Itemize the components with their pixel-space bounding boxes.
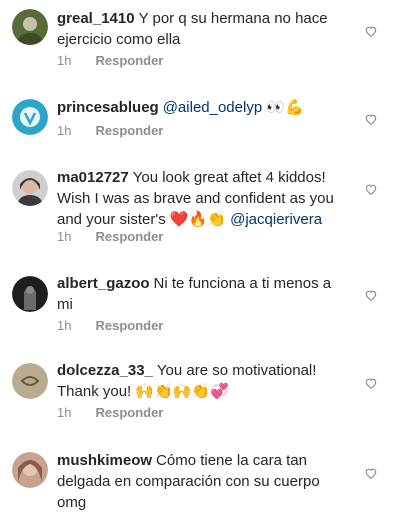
comment-text: albert_gazoo Ni te funciona a ti menos a …: [57, 273, 349, 315]
avatar[interactable]: [12, 9, 48, 45]
comment-emoji: ❤️🔥👏: [169, 210, 226, 228]
comment-username[interactable]: mushkimeow: [57, 452, 152, 469]
reply-button[interactable]: Responder: [95, 318, 163, 333]
like-heart-icon[interactable]: [364, 466, 378, 480]
like-heart-icon[interactable]: [364, 112, 378, 126]
comment-username[interactable]: greal_1410: [57, 10, 135, 27]
comment-text: greal_1410 Y por q su hermana no hace eje…: [57, 8, 349, 50]
like-heart-icon[interactable]: [364, 24, 378, 38]
avatar[interactable]: [12, 363, 48, 399]
comment-emoji: 🙌👏🙌👏💞: [135, 382, 229, 400]
avatar[interactable]: [12, 170, 48, 206]
reply-button[interactable]: Responder: [95, 53, 163, 68]
comment-username[interactable]: princesablueg: [57, 99, 159, 116]
comment-time: 1h: [57, 123, 72, 138]
comment-emoji: 👀💪: [266, 98, 304, 116]
reply-button[interactable]: Responder: [95, 229, 163, 244]
comment-meta: 1h Responder: [57, 123, 163, 138]
comment-text: dolcezza_33_ You are so motivational! Tha…: [57, 360, 349, 402]
comment-meta: 1h Responder: [57, 229, 163, 244]
comment-mention[interactable]: @jacqierivera: [230, 211, 322, 228]
comment-meta: 1h Responder: [57, 405, 163, 420]
comment-meta: 1h Responder: [57, 318, 163, 333]
avatar[interactable]: [12, 276, 48, 312]
comment-text: ma012727 You look great aftet 4 kiddos! W…: [57, 167, 349, 230]
comment-mention[interactable]: @ailed_odelyp: [163, 99, 262, 116]
avatar[interactable]: [12, 452, 48, 488]
comment-username[interactable]: dolcezza_33_: [57, 362, 153, 379]
comment-time: 1h: [57, 229, 72, 244]
like-heart-icon[interactable]: [364, 376, 378, 390]
comment-username[interactable]: albert_gazoo: [57, 275, 150, 292]
comment-time: 1h: [57, 318, 72, 333]
reply-button[interactable]: Responder: [95, 123, 163, 138]
comment-meta: 1h Responder: [57, 53, 163, 68]
reply-button[interactable]: Responder: [95, 405, 163, 420]
like-heart-icon[interactable]: [364, 288, 378, 302]
comment-time: 1h: [57, 405, 72, 420]
avatar[interactable]: [12, 99, 48, 135]
comment-username[interactable]: ma012727: [57, 169, 129, 186]
comment-text: mushkimeow Cómo tiene la cara tan delgada…: [57, 450, 349, 513]
like-heart-icon[interactable]: [364, 182, 378, 196]
comment-time: 1h: [57, 53, 72, 68]
comment-text: princesablueg @ailed_odelyp 👀💪: [57, 97, 349, 118]
